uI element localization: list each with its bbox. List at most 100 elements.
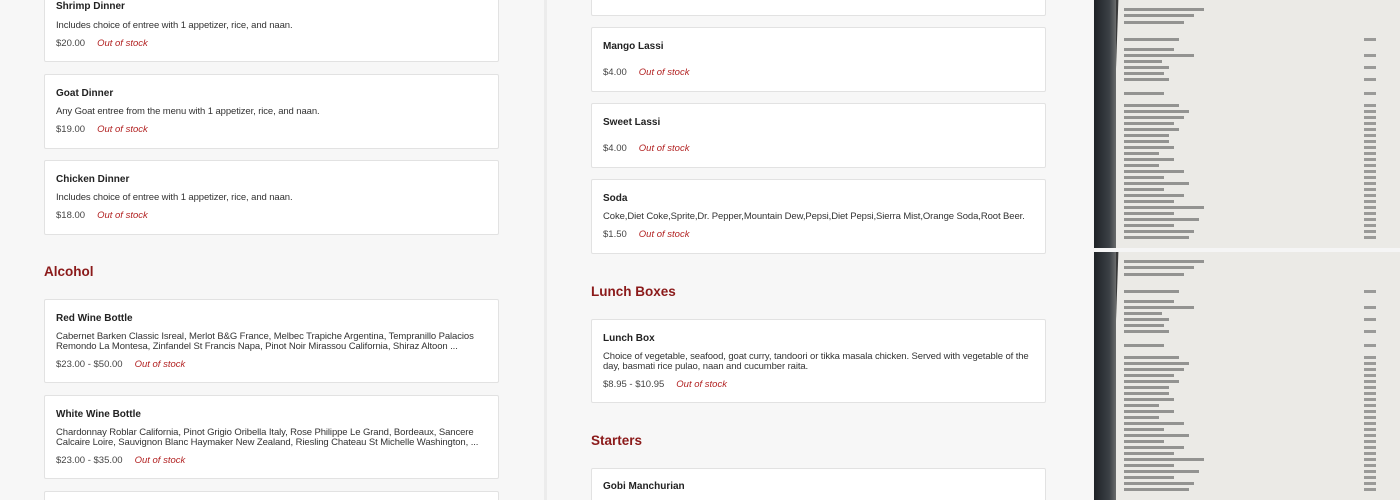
out-of-stock-label: Out of stock (134, 455, 186, 466)
menu-price-mark (1364, 452, 1376, 455)
menu-price-mark (1364, 104, 1376, 107)
section-title-alcohol: Alcohol (44, 264, 94, 279)
menu-price-mark (1364, 206, 1376, 209)
menu-text-line (1124, 134, 1169, 137)
menu-text-line (1124, 410, 1174, 413)
menu-text-line (1124, 464, 1174, 467)
menu-text-line (1124, 230, 1194, 233)
menu-item-price: $4.00 (603, 67, 627, 78)
menu-price-mark (1364, 230, 1376, 233)
menu-text-line (1124, 206, 1204, 209)
menu-text-line (1124, 78, 1169, 81)
menu-text-line (1124, 236, 1189, 239)
menu-text-line (1124, 300, 1174, 303)
menu-item-description: Chardonnay Roblar California, Pinot Grig… (56, 428, 479, 448)
menu-price-mark (1364, 464, 1376, 467)
menu-item-name: Sweet Lassi (603, 117, 661, 128)
menu-text-line (1124, 14, 1194, 17)
menu-item-card[interactable]: Lunch Box Choice of vegetable, seafood, … (591, 319, 1046, 403)
menu-item-card[interactable]: Sweet Lassi $4.00 Out of stock (591, 103, 1046, 168)
out-of-stock-label: Out of stock (134, 359, 186, 370)
menu-item-description: Cabernet Barken Classic Isreal, Merlot B… (56, 332, 474, 352)
out-of-stock-label: Out of stock (638, 229, 690, 240)
menu-text-line (1124, 374, 1174, 377)
menu-item-price: $8.95 - $10.95 (603, 379, 665, 390)
menu-item-price: $18.00 (56, 210, 86, 221)
menu-text-line (1124, 386, 1169, 389)
menu-price-mark (1364, 330, 1376, 333)
out-of-stock-label: Out of stock (97, 38, 148, 49)
menu-price-mark (1364, 318, 1376, 321)
out-of-stock-label: Out of stock (97, 124, 148, 135)
menu-price-mark (1364, 416, 1376, 419)
menu-price-mark (1364, 110, 1376, 113)
menu-text-line (1124, 306, 1194, 309)
menu-text-line (1124, 404, 1159, 407)
menu-price-mark (1364, 200, 1376, 203)
menu-item-card[interactable]: Goat Dinner Any Goat entree from the men… (44, 74, 499, 149)
menu-item-card[interactable]: Gobi Manchurian (591, 468, 1046, 500)
menu-price-mark (1364, 404, 1376, 407)
menu-item-price: $23.00 - $50.00 (56, 359, 123, 370)
menu-text-line (1124, 392, 1169, 395)
menu-item-name: Gobi Manchurian (603, 481, 685, 492)
menu-price-mark (1364, 152, 1376, 155)
menu-text-line (1124, 312, 1162, 315)
menu-text-line (1124, 122, 1174, 125)
menu-text-line (1124, 128, 1179, 131)
menu-price-mark (1364, 446, 1376, 449)
out-of-stock-label: Out of stock (638, 143, 690, 154)
menu-text-line (1124, 164, 1159, 167)
out-of-stock-label: Out of stock (97, 210, 148, 221)
menu-photo-image[interactable] (1094, 252, 1400, 500)
menu-text-line (1124, 446, 1184, 449)
menu-item-description: Choice of vegetable, seafood, goat curry… (603, 352, 1029, 372)
menu-text-line (1124, 170, 1184, 173)
menu-item-price: $19.00 (56, 124, 86, 135)
menu-item-card[interactable]: Red Wine Bottle Cabernet Barken Classic … (44, 299, 499, 383)
menu-price-mark (1364, 374, 1376, 377)
menu-photo-image[interactable] (1094, 0, 1400, 248)
menu-text-line (1124, 110, 1189, 113)
menu-price-mark (1364, 386, 1376, 389)
menu-price-mark (1364, 212, 1376, 215)
menu-price-mark (1364, 182, 1376, 185)
menu-text-line (1124, 380, 1179, 383)
menu-item-card[interactable]: Chicken Dinner Includes choice of entree… (44, 160, 499, 235)
menu-price-mark (1364, 470, 1376, 473)
menu-price-mark (1364, 54, 1376, 57)
menu-text-line (1124, 38, 1179, 41)
menu-item-card[interactable] (44, 491, 499, 500)
menu-price-mark (1364, 38, 1376, 41)
menu-price-mark (1364, 92, 1376, 95)
menu-item-price: $20.00 (56, 38, 86, 49)
menu-text-line (1124, 224, 1174, 227)
menu-price-mark (1364, 458, 1376, 461)
menu-text-line (1124, 21, 1184, 24)
menu-item-name: Mango Lassi (603, 41, 664, 52)
menu-price-mark (1364, 380, 1376, 383)
menu-text-line (1124, 200, 1174, 203)
menu-text-line (1124, 422, 1184, 425)
menu-price-mark (1364, 434, 1376, 437)
menu-text-line (1124, 218, 1199, 221)
menu-binder (1094, 0, 1116, 248)
menu-text-line (1124, 488, 1189, 491)
menu-price-mark (1364, 482, 1376, 485)
menu-item-description: Includes choice of entree with 1 appetiz… (56, 20, 293, 31)
menu-text-line (1124, 398, 1174, 401)
menu-item-card[interactable]: White Wine Bottle Chardonnay Roblar Cali… (44, 395, 499, 479)
menu-text-line (1124, 458, 1204, 461)
menu-item-card[interactable]: Shrimp Dinner Includes choice of entree … (44, 0, 499, 62)
menu-item-card[interactable]: Soda Coke,Diet Coke,Sprite,Dr. Pepper,Mo… (591, 179, 1046, 254)
menu-text-line (1124, 416, 1159, 419)
menu-text-line (1124, 273, 1184, 276)
menu-price-mark (1364, 236, 1376, 239)
menu-text-line (1124, 476, 1174, 479)
menu-price-mark (1364, 194, 1376, 197)
menu-item-description: Any Goat entree from the menu with 1 app… (56, 106, 320, 117)
menu-text-line (1124, 356, 1179, 359)
menu-item-card[interactable]: Mango Lassi $4.00 Out of stock (591, 27, 1046, 92)
menu-item-card[interactable] (591, 0, 1046, 16)
menu-text-line (1124, 104, 1179, 107)
